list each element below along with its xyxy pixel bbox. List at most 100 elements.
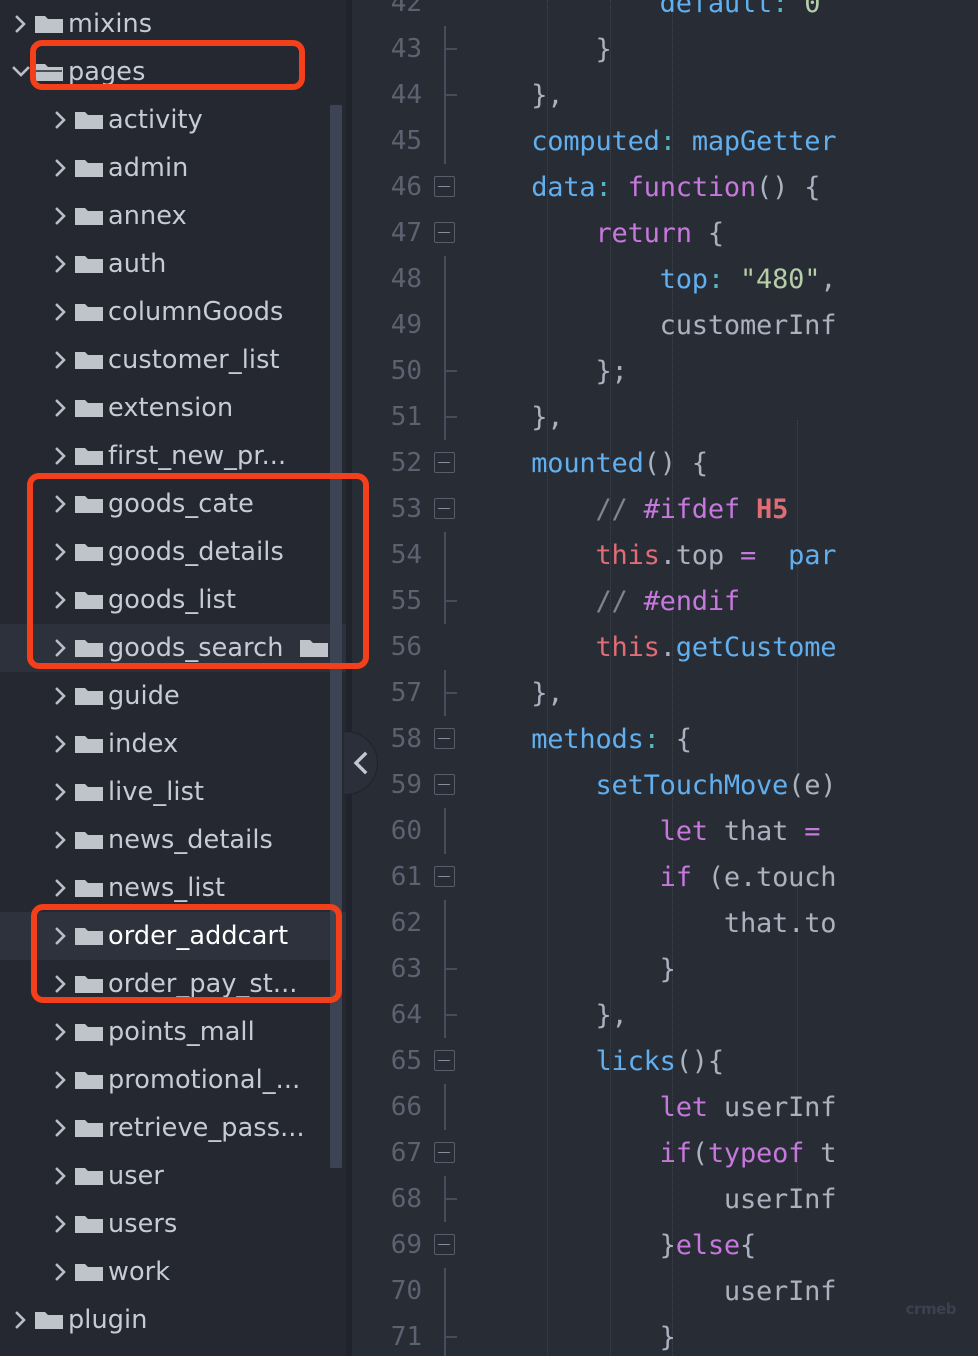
fold-toggle-icon[interactable] [434,1142,455,1163]
code-line[interactable]: 70 userInf [352,1268,960,1314]
line-number[interactable]: 62 [352,908,422,938]
line-number[interactable]: 42 [352,0,422,18]
code-line[interactable]: 64 }, [352,992,960,1038]
tree-item-points_mall[interactable]: points_mall [0,1008,352,1056]
code-lines[interactable]: 42 default: 0 43 } 44 }, 45 computed: mapGe… [352,0,960,1356]
tree-item-pages[interactable]: pages [0,48,352,96]
line-number[interactable]: 46 [352,172,422,202]
tree-item-order_addcart[interactable]: order_addcart [0,912,352,960]
code-line[interactable]: 54 this.top = par [352,532,960,578]
chevron-down-icon[interactable] [8,64,34,80]
chevron-right-icon[interactable] [48,493,74,515]
chevron-right-icon[interactable] [48,301,74,323]
chevron-right-icon[interactable] [48,589,74,611]
tree-item-goods_details[interactable]: goods_details [0,528,352,576]
tree-item-plugin[interactable]: plugin [0,1296,352,1344]
line-number[interactable]: 63 [352,954,422,984]
tree-item-goods_list[interactable]: goods_list [0,576,352,624]
line-number[interactable]: 47 [352,218,422,248]
code-line[interactable]: 57 }, [352,670,960,716]
chevron-right-icon[interactable] [48,733,74,755]
tree-item-news_details[interactable]: news_details [0,816,352,864]
line-number[interactable]: 65 [352,1046,422,1076]
chevron-right-icon[interactable] [48,685,74,707]
line-number[interactable]: 60 [352,816,422,846]
chevron-right-icon[interactable] [48,1117,74,1139]
line-number[interactable]: 50 [352,356,422,386]
fold-toggle-icon[interactable] [434,1234,455,1255]
tree-item-customer_list[interactable]: customer_list [0,336,352,384]
code-line[interactable]: 45 computed: mapGetter [352,118,960,164]
tree-item-work[interactable]: work [0,1248,352,1296]
chevron-right-icon[interactable] [48,1213,74,1235]
chevron-right-icon[interactable] [48,973,74,995]
code-line[interactable]: 43 } [352,26,960,72]
line-number[interactable]: 56 [352,632,422,662]
code-line[interactable]: 68 userInf [352,1176,960,1222]
chevron-right-icon[interactable] [48,253,74,275]
line-number[interactable]: 57 [352,678,422,708]
code-editor[interactable]: 42 default: 0 43 } 44 }, 45 computed: mapGe… [352,0,978,1356]
code-line[interactable]: 62 that.to [352,900,960,946]
tree-item-goods_search[interactable]: goods_search [0,624,352,672]
code-line[interactable]: 55 // #endif [352,578,960,624]
line-number[interactable]: 43 [352,34,422,64]
chevron-right-icon[interactable] [48,781,74,803]
line-number[interactable]: 64 [352,1000,422,1030]
line-number[interactable]: 71 [352,1322,422,1352]
code-line[interactable]: 61 if (e.touch [352,854,960,900]
code-line[interactable]: 56 this.getCustome [352,624,960,670]
fold-toggle-icon[interactable] [434,498,455,519]
code-line[interactable]: 58 methods: { [352,716,960,762]
code-line[interactable]: 71 } [352,1314,960,1356]
project-file-tree-panel[interactable]: mixins pages activity admin annex auth columnG… [0,0,352,1356]
line-number[interactable]: 69 [352,1230,422,1260]
chevron-right-icon[interactable] [48,109,74,131]
tree-item-index[interactable]: index [0,720,352,768]
tree-item-admin[interactable]: admin [0,144,352,192]
chevron-right-icon[interactable] [48,637,74,659]
code-line[interactable]: 66 let userInf [352,1084,960,1130]
code-line[interactable]: 52 mounted() { [352,440,960,486]
fold-toggle-icon[interactable] [434,452,455,473]
code-line[interactable]: 53 // #ifdef H5 [352,486,960,532]
fold-toggle-icon[interactable] [434,176,455,197]
chevron-right-icon[interactable] [48,1021,74,1043]
line-number[interactable]: 52 [352,448,422,478]
code-line[interactable]: 59 setTouchMove(e) [352,762,960,808]
chevron-right-icon[interactable] [48,397,74,419]
line-number[interactable]: 55 [352,586,422,616]
code-line[interactable]: 69 }else{ [352,1222,960,1268]
project-tree-scrollbar-thumb[interactable] [330,105,342,1168]
line-number[interactable]: 67 [352,1138,422,1168]
line-number[interactable]: 44 [352,80,422,110]
chevron-right-icon[interactable] [8,13,34,35]
line-number[interactable]: 49 [352,310,422,340]
tree-item-users[interactable]: users [0,1200,352,1248]
chevron-right-icon[interactable] [48,877,74,899]
tree-item-first_new_pr[interactable]: first_new_pr... [0,432,352,480]
chevron-right-icon[interactable] [48,1069,74,1091]
chevron-right-icon[interactable] [48,205,74,227]
code-line[interactable]: 65 licks(){ [352,1038,960,1084]
code-line[interactable]: 44 }, [352,72,960,118]
fold-toggle-icon[interactable] [434,774,455,795]
tree-item-user[interactable]: user [0,1152,352,1200]
chevron-right-icon[interactable] [48,157,74,179]
line-number[interactable]: 48 [352,264,422,294]
line-number[interactable]: 51 [352,402,422,432]
tree-item-order_pay_st[interactable]: order_pay_st... [0,960,352,1008]
fold-toggle-icon[interactable] [434,728,455,749]
chevron-right-icon[interactable] [48,1261,74,1283]
tree-item-news_list[interactable]: news_list [0,864,352,912]
tree-item-guide[interactable]: guide [0,672,352,720]
chevron-right-icon[interactable] [8,1309,34,1331]
line-number[interactable]: 53 [352,494,422,524]
chevron-right-icon[interactable] [48,445,74,467]
line-number[interactable]: 70 [352,1276,422,1306]
chevron-right-icon[interactable] [48,1165,74,1187]
line-number[interactable]: 68 [352,1184,422,1214]
fold-toggle-icon[interactable] [434,866,455,887]
tree-item-retrieve_pass[interactable]: retrieve_pass... [0,1104,352,1152]
tree-item-mixins[interactable]: mixins [0,0,352,48]
